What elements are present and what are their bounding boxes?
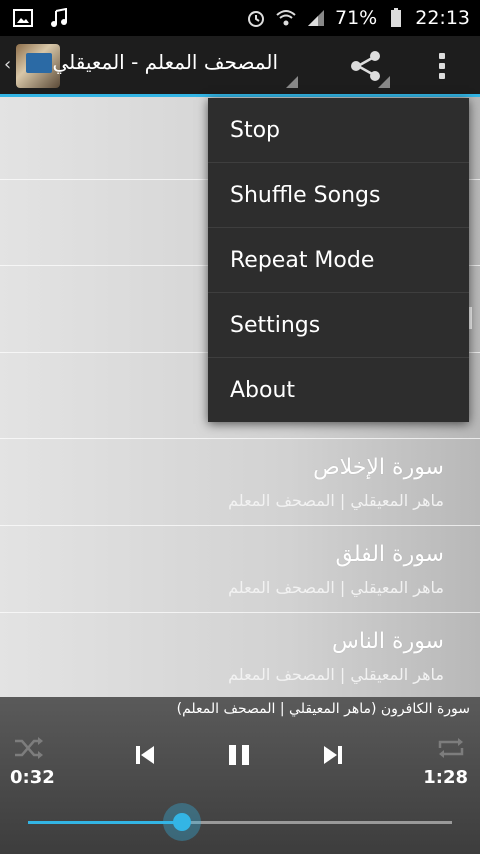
scrollbar[interactable] <box>469 307 472 329</box>
wifi-icon <box>275 7 297 29</box>
menu-item-shuffle-songs[interactable]: Shuffle Songs <box>208 163 469 228</box>
song-title: سورة الإخلاص <box>313 455 444 480</box>
list-item[interactable]: سورة الفلق ماهر المعيقلي | المصحف المعلم <box>0 526 480 613</box>
menu-item-stop[interactable]: Stop <box>208 98 469 163</box>
player-panel: سورة الكافرون (ماهر المعيقلي | المصحف ال… <box>0 697 480 854</box>
repeat-icon <box>438 738 464 758</box>
skip-next-icon <box>324 746 342 764</box>
battery-icon <box>385 7 407 29</box>
music-note-icon <box>48 7 70 29</box>
song-title: سورة الفلق <box>335 542 444 567</box>
action-bar: ‹ المصحف المعلم - المعيقلي <box>0 36 480 97</box>
page-title[interactable]: المصحف المعلم - المعيقلي <box>52 50 278 74</box>
seek-thumb[interactable] <box>163 803 202 841</box>
shuffle-button[interactable] <box>12 735 46 761</box>
total-duration: 1:28 <box>423 767 468 788</box>
clock: 22:13 <box>415 7 470 29</box>
pause-button[interactable] <box>222 741 256 769</box>
overflow-menu: Stop Shuffle Songs Repeat Mode Settings … <box>208 98 469 422</box>
status-bar: 71% 22:13 <box>0 0 480 36</box>
elapsed-time: 0:32 <box>10 767 55 788</box>
overflow-menu-icon <box>439 53 445 59</box>
alarm-icon <box>245 7 267 29</box>
repeat-button[interactable] <box>434 735 468 761</box>
pause-icon <box>229 745 249 765</box>
now-playing-title: سورة الكافرون (ماهر المعيقلي | المصحف ال… <box>176 701 470 717</box>
seek-bar[interactable] <box>28 803 452 841</box>
back-chevron-icon[interactable]: ‹ <box>4 54 11 75</box>
list-item[interactable]: سورة الإخلاص ماهر المعيقلي | المصحف المع… <box>0 439 480 526</box>
seek-progress <box>28 821 183 824</box>
overflow-menu-button[interactable] <box>432 48 452 84</box>
previous-button[interactable] <box>130 741 160 769</box>
title-dropdown-indicator <box>286 76 298 88</box>
song-artist: ماهر المعيقلي | المصحف المعلم <box>228 491 444 510</box>
share-dropdown-indicator <box>378 76 390 88</box>
menu-item-about[interactable]: About <box>208 358 469 422</box>
next-button[interactable] <box>318 741 348 769</box>
skip-previous-icon <box>136 746 154 764</box>
song-artist: ماهر المعيقلي | المصحف المعلم <box>228 665 444 684</box>
battery-percent: 71% <box>335 7 378 29</box>
song-artist: ماهر المعيقلي | المصحف المعلم <box>228 578 444 597</box>
list-item[interactable]: سورة الناس ماهر المعيقلي | المصحف المعلم <box>0 613 480 697</box>
image-icon <box>12 7 34 29</box>
menu-item-repeat-mode[interactable]: Repeat Mode <box>208 228 469 293</box>
shuffle-icon <box>15 737 43 759</box>
signal-icon <box>305 7 327 29</box>
menu-item-settings[interactable]: Settings <box>208 293 469 358</box>
song-title: سورة الناس <box>332 629 444 654</box>
